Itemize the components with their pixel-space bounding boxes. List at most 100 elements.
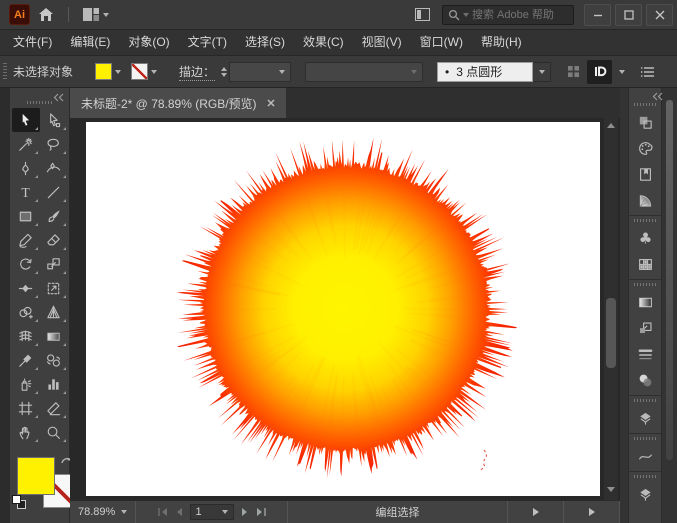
profile-dropdown-icon[interactable] xyxy=(619,69,626,74)
close-button[interactable] xyxy=(646,3,673,26)
tool-shaper[interactable] xyxy=(12,228,40,252)
close-tab-icon[interactable] xyxy=(267,96,275,110)
panel-grip[interactable] xyxy=(26,101,53,104)
tool-perspective-grid[interactable] xyxy=(40,300,68,324)
tool-free-transform[interactable] xyxy=(40,276,68,300)
fill-color-control[interactable] xyxy=(95,63,122,80)
tool-blend[interactable] xyxy=(40,348,68,372)
arrange-documents-icon[interactable] xyxy=(407,0,438,29)
fill-swatch[interactable] xyxy=(17,457,55,495)
last-artboard-icon[interactable] xyxy=(256,507,267,517)
zoom-level-select[interactable]: 78.89% xyxy=(70,501,136,523)
tool-rectangle[interactable] xyxy=(12,204,40,228)
tool-column-graph[interactable] xyxy=(40,372,68,396)
panel-stroke[interactable] xyxy=(629,341,661,367)
panel-symbols[interactable]: ♣ xyxy=(629,225,661,251)
tool-width[interactable] xyxy=(12,276,40,300)
tool-curvature[interactable] xyxy=(40,156,68,180)
artboard[interactable] xyxy=(86,122,600,496)
menu-edit[interactable]: 编辑(E) xyxy=(61,30,119,55)
first-artboard-icon[interactable] xyxy=(157,507,168,517)
menu-window[interactable]: 窗口(W) xyxy=(411,30,472,55)
tool-pen[interactable] xyxy=(12,156,40,180)
panel-pathfinder[interactable] xyxy=(629,109,661,135)
maximize-button[interactable] xyxy=(615,3,642,26)
panel-transform[interactable] xyxy=(629,315,661,341)
tool-paintbrush[interactable] xyxy=(40,204,68,228)
document-tab[interactable]: 未标题-2* @ 78.89% (RGB/预览) xyxy=(70,88,286,118)
scrollbar-thumb[interactable] xyxy=(606,298,616,368)
tool-symbol-sprayer[interactable] xyxy=(12,372,40,396)
tool-mesh[interactable] xyxy=(12,324,40,348)
artboard-number-select[interactable]: 1 xyxy=(189,504,234,520)
style-select[interactable] xyxy=(305,61,424,82)
brush-definition-value[interactable]: • 3 点圆形 xyxy=(437,61,534,82)
menu-select[interactable]: 选择(S) xyxy=(236,30,294,55)
tool-line[interactable] xyxy=(40,180,68,204)
stroke-weight-select[interactable] xyxy=(229,61,292,82)
menu-file[interactable]: 文件(F) xyxy=(4,30,61,55)
width-profile-button[interactable] xyxy=(587,59,613,84)
tool-zoom[interactable] xyxy=(40,420,68,444)
panel-grip[interactable] xyxy=(3,62,7,81)
panel-appearance[interactable] xyxy=(629,405,661,431)
collapse-tools-icon[interactable] xyxy=(53,91,64,105)
menu-view[interactable]: 视图(V) xyxy=(353,30,411,55)
panel-grip[interactable] xyxy=(634,399,656,402)
default-fill-stroke-icon[interactable] xyxy=(11,494,28,511)
menu-object[interactable]: 对象(O) xyxy=(119,30,178,55)
panel-grip[interactable] xyxy=(634,475,656,478)
stroke-color-swatch[interactable] xyxy=(131,63,149,80)
search-box[interactable] xyxy=(442,4,574,25)
search-input[interactable] xyxy=(472,8,568,21)
tool-rotate[interactable] xyxy=(12,252,40,276)
tool-selection[interactable] xyxy=(11,108,40,132)
scroll-up-icon[interactable] xyxy=(607,123,615,131)
status-menu-button[interactable] xyxy=(508,501,564,523)
panel-color-guide[interactable] xyxy=(629,187,661,213)
stroke-weight-stepper[interactable] xyxy=(221,66,228,77)
dock-scrollbar[interactable] xyxy=(666,100,673,460)
fill-color-swatch[interactable] xyxy=(95,63,113,80)
previous-artboard-icon[interactable] xyxy=(175,507,183,517)
home-icon[interactable] xyxy=(30,0,62,29)
menu-help[interactable]: 帮助(H) xyxy=(472,30,531,55)
document-setup-icon[interactable] xyxy=(567,65,580,78)
tool-scale[interactable] xyxy=(40,252,68,276)
stroke-color-control[interactable] xyxy=(131,63,158,80)
panel-graphic-styles[interactable] xyxy=(629,481,661,507)
tool-eraser[interactable] xyxy=(40,228,68,252)
panel-libraries[interactable] xyxy=(629,161,661,187)
brush-dropdown-button[interactable] xyxy=(533,61,552,82)
tool-gradient[interactable] xyxy=(40,324,68,348)
panel-brushes[interactable] xyxy=(629,443,661,469)
menu-type[interactable]: 文字(T) xyxy=(179,30,236,55)
panel-grip[interactable] xyxy=(634,283,656,286)
canvas-area[interactable] xyxy=(70,118,620,500)
status-menu-button-2[interactable] xyxy=(564,501,620,523)
scroll-down-icon[interactable] xyxy=(607,487,615,495)
vertical-scrollbar[interactable] xyxy=(604,118,618,500)
tool-direct-selection[interactable] xyxy=(40,108,68,132)
tool-hand[interactable] xyxy=(12,420,40,444)
tool-lasso[interactable] xyxy=(40,132,68,156)
stepper-up-icon[interactable] xyxy=(221,66,228,71)
panel-transparency[interactable] xyxy=(629,367,661,393)
expand-panels-icon[interactable] xyxy=(652,90,663,104)
stroke-weight-label[interactable]: 描边： xyxy=(179,63,216,81)
sun-artwork[interactable] xyxy=(86,122,600,496)
panel-grip[interactable] xyxy=(634,219,656,222)
stepper-down-icon[interactable] xyxy=(221,72,228,77)
next-artboard-icon[interactable] xyxy=(241,507,249,517)
menu-effect[interactable]: 效果(C) xyxy=(294,30,353,55)
tool-artboard[interactable] xyxy=(12,396,40,420)
panel-artboards[interactable] xyxy=(629,251,661,277)
brush-definition-select[interactable]: • 3 点圆形 xyxy=(437,61,552,82)
chevron-down-icon[interactable] xyxy=(115,69,122,74)
panel-grip[interactable] xyxy=(634,437,656,440)
tool-shape-builder[interactable] xyxy=(12,300,40,324)
workspace-switcher[interactable] xyxy=(75,0,117,29)
panel-gradient[interactable] xyxy=(629,289,661,315)
panel-color[interactable] xyxy=(629,135,661,161)
options-list-icon[interactable] xyxy=(640,66,655,78)
